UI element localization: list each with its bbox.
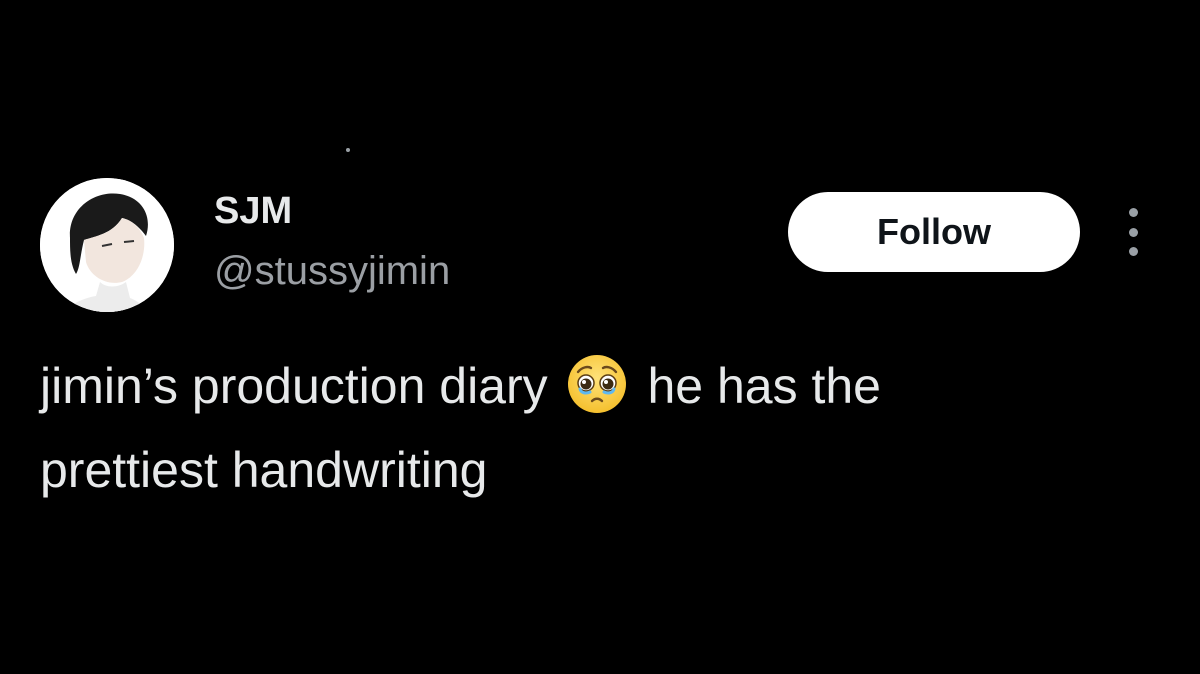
display-name[interactable]: SJM xyxy=(214,188,292,234)
more-options-button[interactable] xyxy=(1120,208,1146,256)
more-dot-bottom xyxy=(1128,247,1138,256)
avatar[interactable] xyxy=(40,178,174,312)
tweet-text-part-2: he has the xyxy=(647,358,881,414)
follow-button[interactable]: Follow xyxy=(788,192,1080,272)
follow-button-label: Follow xyxy=(877,211,991,252)
tweet-text-part-1: jimin’s production diary xyxy=(40,358,548,414)
tweet-text-part-3: prettiest handwriting xyxy=(40,442,488,498)
pleading-face-emoji-icon xyxy=(566,353,628,434)
profile-photo-icon xyxy=(40,178,174,312)
more-dot-middle xyxy=(1128,227,1138,237)
more-vertical-icon xyxy=(1128,208,1138,217)
tweet-text: jimin’s production diary he has the pret… xyxy=(40,350,1160,506)
user-handle[interactable]: @stussyjimin xyxy=(214,246,450,296)
top-separator-dot xyxy=(346,148,350,152)
